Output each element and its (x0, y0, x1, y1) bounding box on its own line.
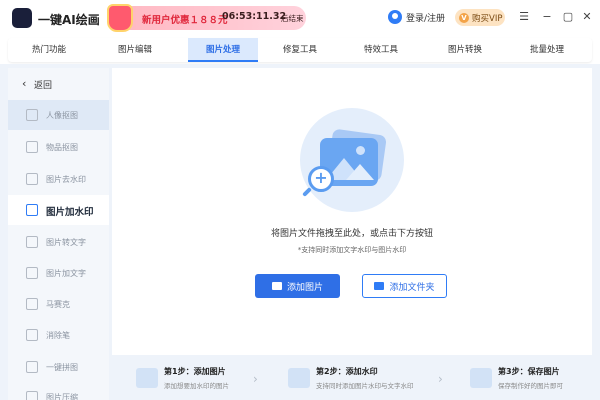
vip-label: 购买VIP (472, 13, 503, 24)
tab-image-edit[interactable]: 图片编辑 (100, 38, 170, 62)
maximize-icon[interactable]: ▢ (561, 10, 575, 24)
compress-icon (26, 391, 38, 400)
folder-icon (374, 282, 385, 290)
object-icon (26, 141, 38, 153)
login-label: 登录/注册 (406, 13, 446, 24)
sidebar-item-label: 图片压缩 (46, 393, 78, 400)
app-logo-icon (12, 8, 32, 28)
chevron-right-icon: › (438, 372, 443, 386)
promo-banner[interactable]: 新用户优惠１８８元 06:53:11.32 后结束 (107, 4, 306, 32)
text-icon (26, 267, 38, 279)
mountain-shape-small (346, 164, 374, 180)
drop-subhint: *支持同时添加文字水印与图片水印 (297, 246, 407, 254)
back-label: 返回 (34, 81, 53, 91)
add-folder-label: 添加文件夹 (389, 282, 435, 293)
title-bar: 一键AI绘画 新用户优惠１８８元 06:53:11.32 后结束 登录/注册 V… (0, 0, 600, 36)
add-folder-button[interactable]: 添加文件夹 (362, 274, 447, 298)
watermark-icon (26, 204, 38, 216)
add-image-button[interactable]: 添加图片 (255, 274, 340, 298)
collage-icon (26, 361, 38, 373)
image-icon (271, 282, 282, 290)
tab-batch[interactable]: 批量处理 (512, 38, 582, 62)
portrait-icon (26, 109, 38, 121)
sidebar-item-label: 消除笔 (46, 331, 70, 340)
zoom-handle (302, 187, 312, 197)
chevron-left-icon: ‹ (22, 77, 27, 90)
sidebar-item-object-cutout[interactable]: 物品抠图 (8, 132, 109, 162)
tab-image-convert[interactable]: 图片转换 (430, 38, 500, 62)
buy-vip-button[interactable]: V 购买VIP (455, 9, 505, 26)
eraser-icon (26, 173, 38, 185)
promo-suffix: 后结束 (281, 14, 304, 23)
step-desc: 保存制作好的图片即可 (498, 382, 563, 390)
step-2: 第2步：添加水印 支持同时添加图片水印与文字水印 (288, 366, 428, 396)
tab-image-process[interactable]: 图片处理 (188, 38, 258, 62)
menu-icon[interactable]: ☰ (517, 10, 531, 24)
back-button[interactable]: ‹ 返回 (8, 68, 109, 98)
step-3: 第3步：保存图片 保存制作好的图片即可 (470, 366, 600, 396)
sidebar-item-label: 一键拼图 (46, 363, 78, 372)
drop-hint: 将图片文件拖拽至此处，或点击下方按钮 (270, 229, 433, 239)
sidebar-item-label: 图片加文字 (46, 269, 86, 278)
add-image-label: 添加图片 (286, 282, 323, 293)
minimize-icon[interactable]: − (540, 10, 554, 24)
sidebar-item-label: 人像抠图 (46, 111, 78, 120)
step-title: 第2步：添加水印 (316, 367, 378, 376)
sidebar-item-label: 图片去水印 (46, 175, 86, 184)
tab-effects[interactable]: 特效工具 (346, 38, 416, 62)
step-desc: 支持同时添加图片水印与文字水印 (316, 382, 414, 390)
sidebar-item-label: 马赛克 (46, 300, 70, 309)
chevron-right-icon: › (253, 372, 258, 386)
step-image-icon (136, 368, 158, 388)
sidebar-item-mosaic[interactable]: 马赛克 (8, 289, 109, 319)
step-title: 第1步：添加图片 (164, 367, 226, 376)
app-name: 一键AI绘画 (38, 13, 100, 27)
sidebar: ‹ 返回 人像抠图 物品抠图 图片去水印 图片加水印 图片转文字 图片加文字 马… (8, 68, 109, 400)
steps-bar: 第1步：添加图片 添加想要加水印的图片 › 第2步：添加水印 支持同时添加图片水… (112, 360, 592, 400)
sun-shape (356, 146, 365, 155)
sidebar-item-label: 图片加水印 (46, 207, 94, 218)
zoom-in-icon: + (308, 166, 334, 192)
tab-repair-tools[interactable]: 修复工具 (265, 38, 335, 62)
ocr-icon (26, 236, 38, 248)
sidebar-item-label: 物品抠图 (46, 143, 78, 152)
gift-icon (107, 4, 133, 32)
user-icon (388, 10, 402, 24)
promo-countdown: 06:53:11.32 (222, 11, 287, 22)
step-watermark-icon (288, 368, 310, 388)
sidebar-item-compress[interactable]: 图片压缩 (8, 382, 109, 400)
pen-icon (26, 329, 38, 341)
step-title: 第3步：保存图片 (498, 367, 560, 376)
sidebar-item-portrait-cutout[interactable]: 人像抠图 (8, 100, 109, 130)
tab-hot[interactable]: 热门功能 (14, 38, 84, 62)
close-icon[interactable]: ✕ (580, 10, 594, 24)
vip-icon: V (459, 12, 469, 23)
main-tabs: 热门功能 图片编辑 图片处理 修复工具 特效工具 图片转换 批量处理 (8, 38, 592, 62)
drop-zone[interactable]: + 将图片文件拖拽至此处，或点击下方按钮 *支持同时添加文字水印与图片水印 添加… (112, 68, 592, 355)
step-save-icon (470, 368, 492, 388)
sidebar-item-image-to-text[interactable]: 图片转文字 (8, 227, 109, 257)
login-button[interactable]: 登录/注册 (388, 10, 445, 24)
sidebar-item-add-text[interactable]: 图片加文字 (8, 258, 109, 288)
upload-illustration: + (300, 108, 404, 212)
sidebar-item-remove-watermark[interactable]: 图片去水印 (8, 164, 109, 194)
sidebar-item-label: 图片转文字 (46, 238, 86, 247)
mosaic-icon (26, 298, 38, 310)
sidebar-item-collage[interactable]: 一键拼图 (8, 352, 109, 382)
sidebar-item-add-watermark[interactable]: 图片加水印 (8, 195, 109, 225)
step-desc: 添加想要加水印的图片 (164, 382, 229, 390)
promo-text: 新用户优惠１８８元 (142, 15, 228, 26)
sidebar-item-erase-pen[interactable]: 消除笔 (8, 320, 109, 350)
